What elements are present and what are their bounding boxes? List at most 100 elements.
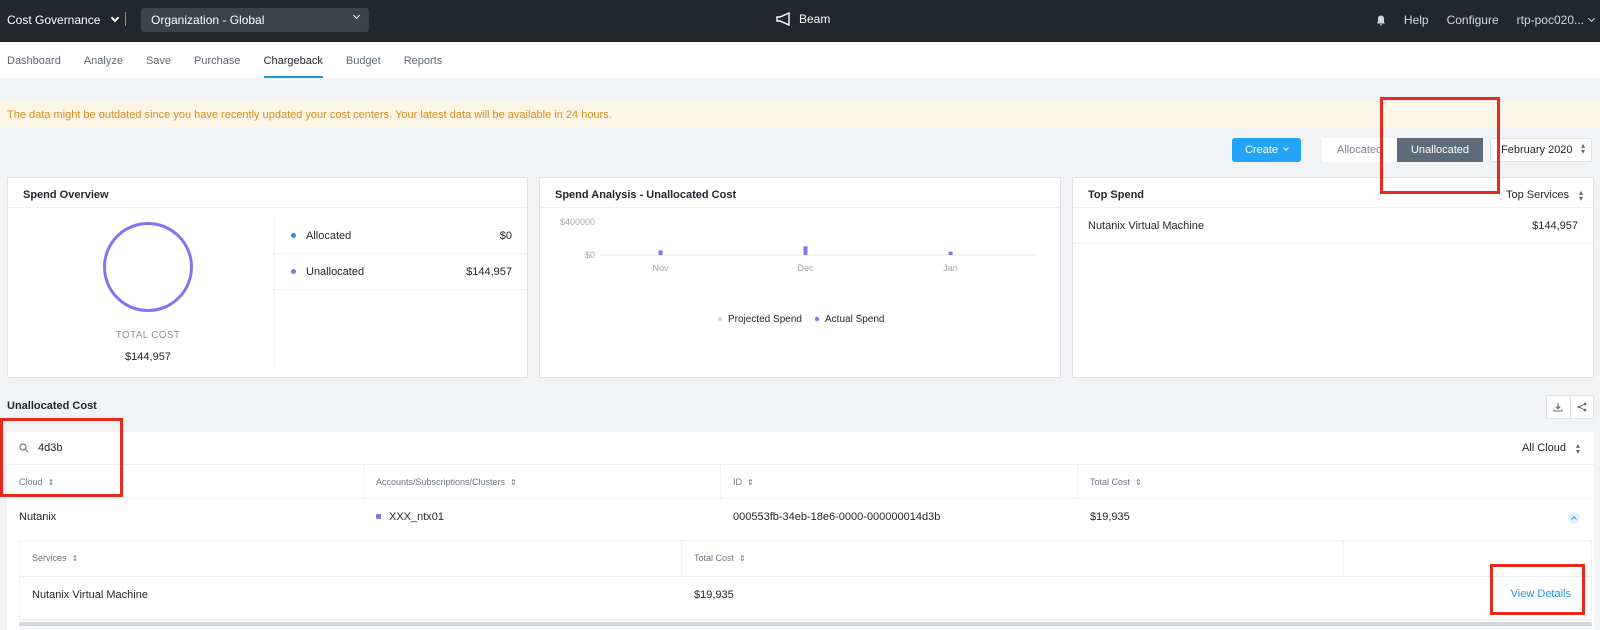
unallocated-toggle[interactable]: Unallocated (1397, 138, 1483, 162)
right-nav: Help Configure rtp-poc020... (1376, 13, 1600, 27)
services-subtable: Services ⇕ Total Cost ⇕ Nutanix Virtual Ma… (19, 540, 1592, 620)
sort-arrows-icon: ▴ ▾ (1578, 188, 1583, 203)
column-label: Total Cost (694, 553, 735, 563)
brand: Beam (775, 12, 830, 26)
sort-arrows-icon: ▴ ▾ (1580, 141, 1585, 156)
search-bar (19, 442, 238, 454)
column-header-accounts[interactable]: Accounts/Subscriptions/Clusters ⇕ (364, 465, 721, 498)
legend-dot (291, 269, 296, 274)
row-details-panel: Services ⇕ Total Cost ⇕ Nutanix Virtual Ma… (19, 540, 1592, 630)
main-tabs: Dashboard Analyze Save Purchase Chargeba… (0, 42, 1600, 78)
sort-icon: ⇕ (747, 478, 754, 487)
service-cost: $144,957 (1532, 219, 1578, 232)
legend-row-unallocated: Unallocated $144,957 (275, 254, 528, 290)
search-input[interactable] (38, 442, 238, 454)
column-label: Cloud (19, 477, 43, 487)
cell-service-cost: $19,935 (694, 589, 734, 601)
cell-service: Nutanix Virtual Machine (32, 589, 148, 601)
cell-id: 000553fb-34eb-18e6-0000-000000014d3b (733, 510, 941, 523)
sort-icon: ⇕ (739, 554, 746, 563)
user-name: rtp-poc020... (1516, 13, 1584, 27)
table-row[interactable]: Nutanix XXX_ntx01 000553fb-34eb-18e6-000… (7, 499, 1594, 534)
account-name: XXX_ntx01 (389, 510, 445, 523)
table-header: Cloud ⇕ Accounts/Subscriptions/Clusters ⇕ … (7, 464, 1594, 499)
app-switcher[interactable]: Cost Governance (7, 13, 120, 27)
outdated-data-banner: The data might be outdated since you hav… (0, 102, 1600, 128)
column-header-services[interactable]: Services ⇕ (20, 541, 682, 576)
legend-value: $0 (499, 229, 512, 242)
chevron-down-icon (1587, 14, 1596, 22)
spend-analysis-card: Spend Analysis - Unallocated Cost $40000… (539, 177, 1061, 378)
cell-total-cost: $19,935 (1090, 510, 1130, 523)
action-icons (1546, 395, 1594, 419)
org-select-value: Organization - Global (151, 13, 265, 27)
org-select[interactable]: Organization - Global (141, 8, 369, 32)
account-dot (376, 514, 381, 519)
card-title: Spend Analysis - Unallocated Cost (540, 178, 1060, 208)
top-services-select[interactable]: Top Services ▴ ▾ (1506, 188, 1583, 203)
allocation-toggle: Allocated Unallocated (1322, 138, 1483, 162)
create-button[interactable]: Create (1232, 138, 1301, 162)
period-select[interactable]: February 2020 ▴ ▾ (1490, 138, 1592, 162)
column-header-cloud[interactable]: Cloud ⇕ (7, 465, 364, 498)
view-details-link[interactable]: View Details (1511, 588, 1571, 600)
configure-link[interactable]: Configure (1447, 13, 1499, 27)
tab-save[interactable]: Save (146, 42, 171, 78)
sort-icon: ⇕ (510, 478, 517, 487)
subtable-row: Nutanix Virtual Machine $19,935 (20, 577, 1591, 613)
x-tick-label: Jan (943, 263, 958, 273)
spend-chart: $400000 $0 Nov Dec Jan Projected Spend Actual … (560, 217, 1035, 325)
chevron-up-icon (1571, 516, 1577, 522)
bell-icon[interactable] (1376, 15, 1386, 26)
tab-budget[interactable]: Budget (346, 42, 381, 78)
sort-icon: ⇕ (71, 554, 79, 563)
chevron-down-icon (111, 13, 120, 23)
legend-value: $144,957 (466, 265, 512, 278)
help-link[interactable]: Help (1404, 13, 1429, 27)
allocated-toggle[interactable]: Allocated (1322, 138, 1397, 162)
beam-logo-icon (776, 12, 790, 26)
x-tick-label: Dec (797, 263, 814, 273)
divider (125, 12, 126, 26)
chevron-down-icon (352, 11, 361, 20)
cell-account: XXX_ntx01 (364, 511, 721, 523)
total-cost-value: $144,957 (125, 351, 171, 363)
period-value: February 2020 (1501, 144, 1573, 156)
app-name: Cost Governance (7, 13, 101, 27)
tab-dashboard[interactable]: Dashboard (7, 42, 61, 78)
column-label: Total Cost (1090, 477, 1131, 487)
card-title: Spend Overview (8, 178, 527, 208)
column-header-sub-total-cost[interactable]: Total Cost ⇕ (682, 541, 1344, 576)
tab-purchase[interactable]: Purchase (194, 42, 240, 78)
user-menu[interactable]: rtp-poc020... (1516, 13, 1596, 27)
legend-actual-label: Actual Spend (825, 314, 885, 325)
brand-name: Beam (799, 12, 831, 26)
column-label: Services (32, 553, 67, 563)
sort-arrows-icon: ▴ ▾ (1575, 441, 1580, 456)
legend-projected-label: Projected Spend (728, 314, 802, 325)
cloud-filter-select[interactable]: All Cloud ▴ ▾ (1522, 441, 1580, 456)
spend-overview-card: Spend Overview TOTAL COST $144,957 Alloc… (7, 177, 528, 378)
column-label: ID (733, 477, 742, 487)
legend-dot (291, 233, 296, 238)
unallocated-table: All Cloud ▴▾ Cloud ⇕ Accounts/Subscriptio… (7, 432, 1594, 630)
y-tick-label: $0 (585, 250, 595, 260)
download-icon[interactable] (1547, 396, 1571, 418)
tab-chargeback[interactable]: Chargeback (263, 42, 324, 78)
column-label: Accounts/Subscriptions/Clusters (376, 477, 506, 487)
tab-reports[interactable]: Reports (404, 42, 443, 78)
legend-projected-dot (717, 316, 723, 322)
overview-legend: Allocated $0 Unallocated $144,957 (274, 218, 528, 368)
total-cost-label: TOTAL COST (115, 330, 181, 341)
chevron-down-icon (1283, 145, 1289, 151)
horizontal-scrollbar[interactable] (19, 622, 1592, 626)
column-header-id[interactable]: ID ⇕ (721, 465, 1078, 498)
bar-dec (803, 246, 808, 255)
column-header-total-cost[interactable]: Total Cost ⇕ (1078, 465, 1594, 498)
create-label: Create (1244, 144, 1279, 156)
collapse-row-button[interactable] (1568, 512, 1580, 524)
legend-label: Unallocated (306, 265, 365, 278)
share-icon[interactable] (1571, 396, 1594, 418)
tab-analyze[interactable]: Analyze (84, 42, 123, 78)
cell-cloud: Nutanix (19, 510, 57, 523)
